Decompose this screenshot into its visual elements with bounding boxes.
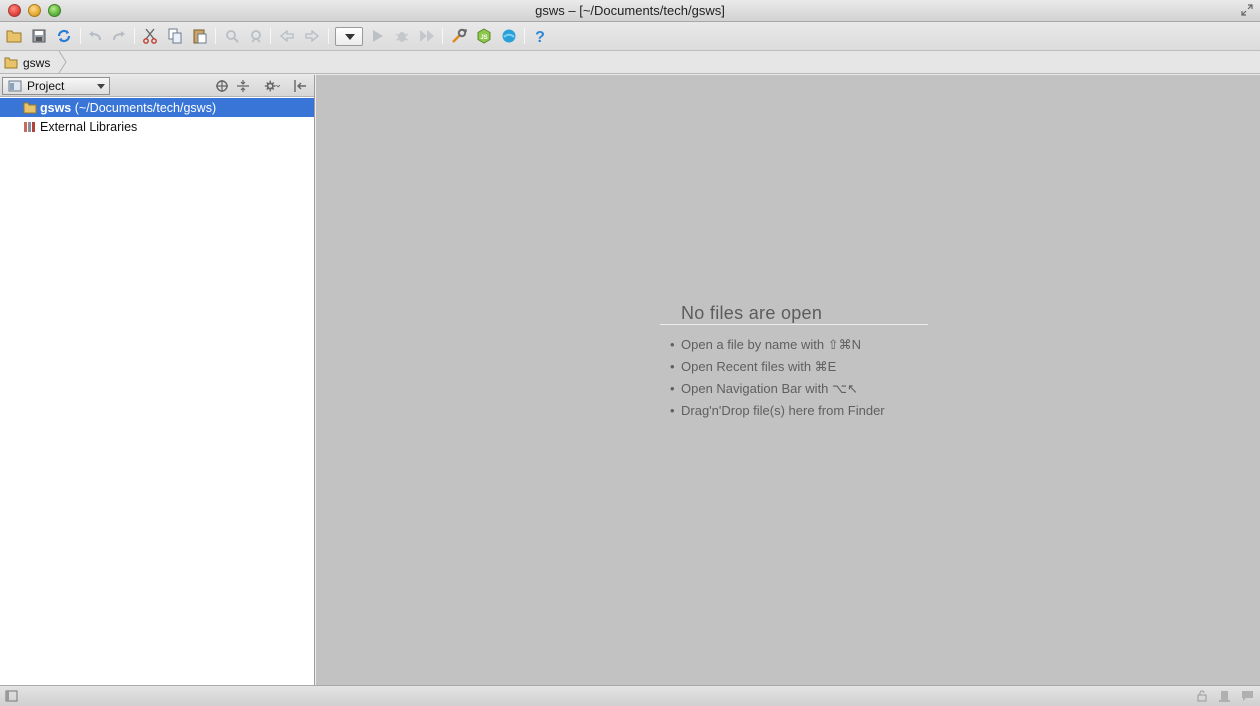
- hint-drag-drop: • Drag'n'Drop file(s) here from Finder: [670, 403, 885, 418]
- toggle-tool-windows-icon[interactable]: [5, 690, 18, 702]
- fullscreen-icon[interactable]: [1240, 4, 1254, 18]
- scroll-from-source-icon[interactable]: [214, 78, 230, 94]
- window-title: gsws – [~/Documents/tech/gsws]: [535, 3, 725, 18]
- undo-icon[interactable]: [85, 26, 105, 46]
- redo-icon[interactable]: [109, 26, 129, 46]
- hint-navigation-bar: • Open Navigation Bar with ⌥↖: [670, 381, 858, 396]
- svg-text:JS: JS: [480, 35, 487, 41]
- library-icon: [24, 121, 35, 132]
- copy-icon[interactable]: [165, 26, 185, 46]
- collapse-all-icon[interactable]: [235, 78, 251, 94]
- project-tool-window: Project gsws (~/Documents/tech/gsws) Ext…: [0, 75, 315, 685]
- nodejs-icon[interactable]: JS: [474, 26, 494, 46]
- help-icon[interactable]: ?: [530, 26, 550, 46]
- main-toolbar: JS ?: [0, 22, 1260, 51]
- project-view-icon: [8, 80, 22, 92]
- find-icon[interactable]: [222, 26, 242, 46]
- cut-icon[interactable]: [140, 26, 160, 46]
- tree-item-gsws[interactable]: gsws (~/Documents/tech/gsws): [0, 98, 314, 117]
- inspector-icon[interactable]: [1218, 690, 1231, 702]
- hint-open-recent: • Open Recent files with ⌘E: [670, 359, 837, 374]
- open-folder-icon[interactable]: [4, 26, 24, 46]
- breadcrumb-gsws[interactable]: gsws: [4, 53, 58, 72]
- divider: [660, 324, 928, 325]
- debug-icon[interactable]: [392, 26, 412, 46]
- paste-icon[interactable]: [190, 26, 210, 46]
- project-view-label: Project: [27, 79, 65, 93]
- empty-editor-title: No files are open: [681, 303, 823, 323]
- webstorm-icon[interactable]: [499, 26, 519, 46]
- project-view-selector[interactable]: Project: [2, 77, 110, 95]
- back-icon[interactable]: [277, 26, 297, 46]
- chevron-down-icon: [97, 84, 105, 89]
- forward-icon[interactable]: [302, 26, 322, 46]
- hint-open-by-name: • Open a file by name with ⇧⌘N: [670, 337, 861, 352]
- tree-item-external-libraries[interactable]: External Libraries: [0, 117, 314, 136]
- event-log-icon[interactable]: [1241, 690, 1254, 702]
- gear-icon[interactable]: [264, 78, 280, 94]
- replace-icon[interactable]: [246, 26, 266, 46]
- project-panel-header: Project: [0, 75, 314, 97]
- breadcrumb-chevron-icon: [58, 51, 67, 73]
- run-icon[interactable]: [368, 26, 388, 46]
- navigation-bar: gsws: [0, 51, 1260, 74]
- editor-empty-area[interactable]: No files are open • Open a file by name w…: [316, 75, 1260, 685]
- folder-icon: [23, 102, 37, 113]
- tree-item-label: External Libraries: [40, 119, 138, 134]
- run-config-dropdown[interactable]: [335, 27, 363, 46]
- hide-panel-icon[interactable]: [292, 78, 308, 94]
- coverage-icon[interactable]: [417, 26, 437, 46]
- folder-icon: [4, 57, 18, 68]
- lock-icon[interactable]: [1196, 690, 1209, 702]
- breadcrumb-label: gsws: [23, 55, 51, 70]
- sync-icon[interactable]: [54, 26, 74, 46]
- settings-wrench-icon[interactable]: [449, 26, 469, 46]
- tree-item-label: gsws (~/Documents/tech/gsws): [40, 100, 217, 115]
- status-bar: [0, 685, 1260, 706]
- save-icon[interactable]: [29, 26, 49, 46]
- title-bar: gsws – [~/Documents/tech/gsws]: [0, 0, 1260, 22]
- svg-text:?: ?: [535, 29, 545, 44]
